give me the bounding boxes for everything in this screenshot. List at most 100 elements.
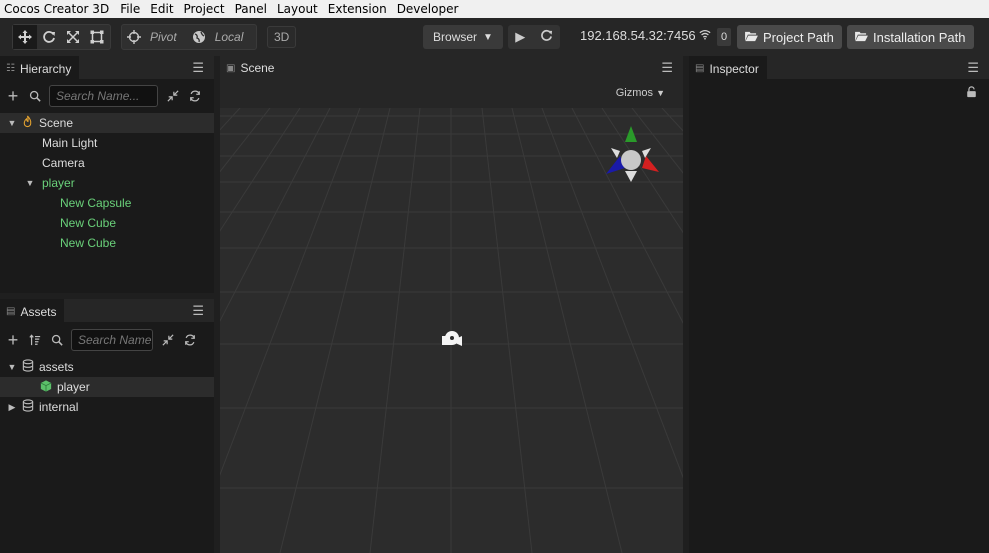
internal-db-label: internal — [39, 400, 79, 414]
player-prefab-label: player — [57, 380, 90, 394]
main-light-label: Main Light — [42, 136, 98, 150]
scale-tool-button[interactable] — [61, 25, 85, 49]
hierarchy-icon: ☷ — [6, 63, 15, 74]
local-label[interactable]: Local — [211, 30, 254, 44]
assets-icon: ▤ — [6, 306, 16, 317]
tab-assets[interactable]: ▤ Assets — [0, 299, 65, 324]
tree-node-main-light[interactable]: Main Light — [0, 133, 214, 153]
x-axis-cone — [642, 156, 659, 172]
hierarchy-search-input[interactable] — [56, 89, 157, 103]
hierarchy-panel: ☷ Hierarchy ☰ + ▼ Scene Main Light Camer… — [0, 56, 214, 293]
refresh-icon[interactable] — [540, 29, 553, 45]
sort-icon[interactable] — [24, 329, 46, 351]
rotate-tool-button[interactable] — [37, 25, 61, 49]
scene-top-bar: Gizmos ▼ — [220, 80, 683, 108]
preview-ip-address: 192.168.54.32:7456 — [580, 28, 696, 43]
database-icon — [22, 399, 34, 415]
assets-menu-icon[interactable]: ☰ — [192, 304, 204, 317]
globe-icon — [192, 31, 205, 43]
tree-node-assets-db[interactable]: ▼ assets — [0, 357, 214, 377]
tab-inspector[interactable]: ▤ Inspector — [689, 56, 767, 81]
prefab-cube-icon — [40, 379, 52, 395]
lock-icon[interactable] — [966, 86, 977, 101]
expand-arrow-icon[interactable]: ▼ — [24, 178, 36, 188]
scene-fire-icon — [22, 115, 33, 131]
assets-search-input[interactable] — [78, 333, 152, 347]
main-toolbar: Pivot Local 3D Browser ▼ ▶ 192.168.54.32… — [0, 18, 989, 56]
tree-node-new-capsule[interactable]: New Capsule — [0, 193, 214, 213]
installation-path-button[interactable]: Installation Path — [847, 25, 974, 49]
play-icon[interactable]: ▶ — [515, 29, 525, 45]
inspector-panel: ▤ Inspector ☰ — [689, 56, 989, 553]
assets-title: Assets — [20, 304, 57, 319]
wifi-icon — [699, 29, 711, 43]
inspector-menu-icon[interactable]: ☰ — [967, 61, 979, 74]
device-count-badge: 0 — [717, 28, 731, 46]
player-label: player — [42, 176, 75, 190]
expand-arrow-icon[interactable]: ▼ — [6, 118, 18, 128]
camera-icon[interactable] — [440, 329, 464, 352]
expand-arrow-icon[interactable]: ▼ — [6, 362, 18, 372]
preview-platform-select[interactable]: Browser ▼ — [423, 25, 503, 49]
scene-tab-icon: ▣ — [226, 62, 236, 74]
scene-label: Scene — [39, 116, 74, 130]
menu-developer[interactable]: Developer — [392, 2, 464, 16]
menu-project[interactable]: Project — [179, 2, 230, 16]
pivot-local-group: Pivot Local — [121, 24, 257, 50]
camera-label: Camera — [42, 156, 85, 170]
inspector-header: ▤ Inspector ☰ — [689, 56, 989, 81]
refresh-icon[interactable] — [179, 329, 201, 351]
menu-bar: Cocos Creator 3D File Edit Project Panel… — [0, 0, 989, 18]
move-tool-button[interactable] — [13, 25, 37, 49]
pivot-icon — [127, 30, 141, 44]
collapse-all-icon[interactable] — [157, 329, 179, 351]
menu-edit[interactable]: Edit — [145, 2, 178, 16]
hierarchy-menu-icon[interactable]: ☰ — [192, 61, 204, 74]
rect-icon — [90, 30, 104, 44]
add-asset-icon[interactable]: + — [2, 329, 24, 351]
tree-node-player-prefab[interactable]: player — [0, 377, 214, 397]
scale-icon — [67, 31, 79, 43]
tree-node-new-cube[interactable]: New Cube — [0, 213, 214, 233]
orientation-gizmo[interactable] — [604, 126, 660, 185]
hierarchy-search-field[interactable] — [49, 85, 158, 107]
move-icon — [18, 30, 32, 44]
assets-header: ▤ Assets ☰ — [0, 299, 214, 324]
pivot-toggle[interactable] — [122, 25, 146, 49]
assets-search-field[interactable] — [71, 329, 153, 351]
new-cube-label: New Cube — [60, 236, 117, 250]
menu-file[interactable]: File — [115, 2, 145, 16]
pivot-label[interactable]: Pivot — [146, 30, 187, 44]
tree-node-internal-db[interactable]: ▶ internal — [0, 397, 214, 417]
project-path-button[interactable]: Project Path — [737, 25, 842, 49]
tree-node-camera[interactable]: Camera — [0, 153, 214, 173]
local-toggle[interactable] — [187, 25, 211, 49]
expand-arrow-icon[interactable]: ▶ — [6, 402, 18, 413]
hierarchy-toolbar: + — [0, 81, 214, 111]
preview-controls: ▶ — [508, 25, 560, 49]
search-icon — [46, 329, 68, 351]
y-axis-cone — [625, 126, 637, 142]
refresh-icon[interactable] — [184, 85, 206, 107]
collapse-all-icon[interactable] — [162, 85, 184, 107]
installation-path-label: Installation Path — [873, 29, 966, 45]
folder-open-icon — [745, 30, 758, 45]
project-path-label: Project Path — [763, 29, 834, 45]
mode-3d-button[interactable]: 3D — [267, 26, 297, 48]
tree-node-player[interactable]: ▼ player — [0, 173, 214, 193]
menu-panel[interactable]: Panel — [230, 2, 272, 16]
gizmos-dropdown[interactable]: Gizmos ▼ — [616, 87, 665, 99]
tab-scene[interactable]: ▣ Scene — [220, 56, 283, 81]
tree-node-scene[interactable]: ▼ Scene — [0, 113, 214, 133]
tree-node-new-cube[interactable]: New Cube — [0, 233, 214, 253]
menu-layout[interactable]: Layout — [272, 2, 323, 16]
scene-menu-icon[interactable]: ☰ — [661, 61, 673, 74]
tab-hierarchy[interactable]: ☷ Hierarchy — [0, 56, 80, 81]
menu-extension[interactable]: Extension — [323, 2, 392, 16]
rect-tool-button[interactable] — [85, 25, 109, 49]
browser-label: Browser — [433, 30, 478, 44]
gizmos-label: Gizmos — [615, 87, 654, 99]
folder-open-icon — [855, 30, 868, 45]
chevron-down-icon: ▼ — [656, 88, 665, 98]
add-node-icon[interactable]: + — [2, 85, 24, 107]
